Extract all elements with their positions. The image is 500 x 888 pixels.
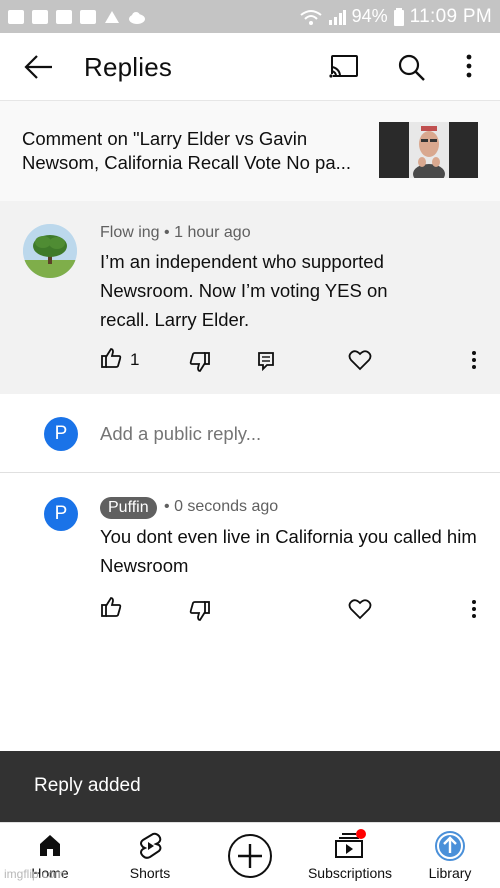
warning-icon: [105, 10, 119, 23]
battery-percent: 94%: [351, 6, 388, 26]
like-icon[interactable]: [100, 596, 122, 618]
bottom-nav: Home Shorts Subscriptions Library: [0, 822, 500, 888]
reply-icon[interactable]: [257, 351, 275, 371]
comment-meta: Flow ing • 1 hour ago: [100, 224, 251, 242]
thumbnail-image: [379, 122, 478, 178]
comment-text: I’m an independent who supported Newsroo…: [100, 251, 388, 330]
notification-icons: [8, 9, 146, 24]
reply-avatar[interactable]: P: [44, 497, 78, 531]
more-vert-icon[interactable]: [454, 53, 484, 81]
shorts-icon: [140, 832, 162, 859]
meta-separator: •: [164, 224, 170, 241]
like-count: 1: [130, 350, 140, 369]
meta-separator: •: [164, 498, 170, 515]
comment-time: 1 hour ago: [174, 224, 251, 241]
app-bar: Replies: [0, 33, 500, 101]
app-notification-icon: [80, 9, 96, 24]
cloud-icon: [129, 11, 145, 24]
reply-author-chip[interactable]: Puffin: [100, 497, 157, 519]
status-bar: 94% 11:09 PM: [0, 0, 500, 33]
search-icon[interactable]: [397, 53, 427, 81]
reply-input[interactable]: [100, 423, 460, 445]
user-avatar[interactable]: P: [44, 417, 78, 451]
dislike-icon[interactable]: [189, 600, 211, 622]
wifi-icon: [300, 9, 322, 25]
youtube-notification-icon: [8, 9, 24, 24]
heart-icon[interactable]: [348, 349, 372, 371]
watermark: imgflip.com: [4, 867, 65, 881]
youtube-notification-icon: [32, 9, 48, 24]
reply-actions: [0, 596, 500, 626]
reply-meta: • 0 seconds ago: [164, 498, 278, 516]
system-status: 94% 11:09 PM: [300, 6, 492, 28]
snackbar-message: Reply added: [34, 775, 141, 796]
battery-icon: [393, 7, 404, 26]
nav-shorts[interactable]: Shorts: [100, 823, 200, 888]
video-thumbnail[interactable]: [379, 122, 478, 178]
home-icon: [40, 835, 60, 856]
tree-avatar-image: [23, 224, 77, 278]
comment-actions: 1: [0, 347, 500, 377]
subscriptions-icon: [335, 829, 366, 858]
create-icon: [228, 834, 272, 878]
video-context[interactable]: Comment on "Larry Elder vs Gavin Newsom,…: [0, 101, 500, 301]
clock: 11:09 PM: [409, 5, 492, 27]
parent-comment: Flow ing • 1 hour ago I’m an independent…: [0, 201, 500, 394]
notification-dot: [356, 829, 366, 839]
snackbar: Reply added: [0, 751, 500, 822]
like-icon[interactable]: [100, 347, 122, 369]
reply-time: 0 seconds ago: [174, 498, 279, 515]
back-arrow-icon[interactable]: [24, 53, 54, 81]
nav-label-subscriptions: Subscriptions: [307, 865, 393, 881]
more-vert-icon[interactable]: [466, 598, 482, 620]
video-context-title: Comment on "Larry Elder vs Gavin Newsom,…: [22, 128, 352, 173]
folder-notification-icon: [56, 9, 72, 24]
nav-subscriptions[interactable]: Subscriptions: [300, 823, 400, 888]
more-vert-icon[interactable]: [466, 349, 482, 371]
library-icon: [435, 831, 465, 861]
dislike-icon[interactable]: [189, 351, 211, 373]
heart-icon[interactable]: [348, 598, 372, 620]
nav-library[interactable]: Library: [400, 823, 500, 888]
cast-icon[interactable]: [329, 53, 359, 81]
reply-text: You dont even live in California you cal…: [100, 526, 477, 576]
signal-icon: [328, 9, 346, 25]
comment-author[interactable]: Flow ing: [100, 224, 160, 241]
reply-composer: P: [0, 394, 500, 473]
nav-label-shorts: Shorts: [129, 865, 171, 881]
reply-comment: P Puffin • 0 seconds ago You dont even l…: [0, 474, 500, 750]
nav-label-library: Library: [428, 865, 472, 881]
page-title: Replies: [84, 52, 173, 82]
avatar[interactable]: [23, 224, 77, 278]
nav-create[interactable]: [200, 823, 300, 888]
